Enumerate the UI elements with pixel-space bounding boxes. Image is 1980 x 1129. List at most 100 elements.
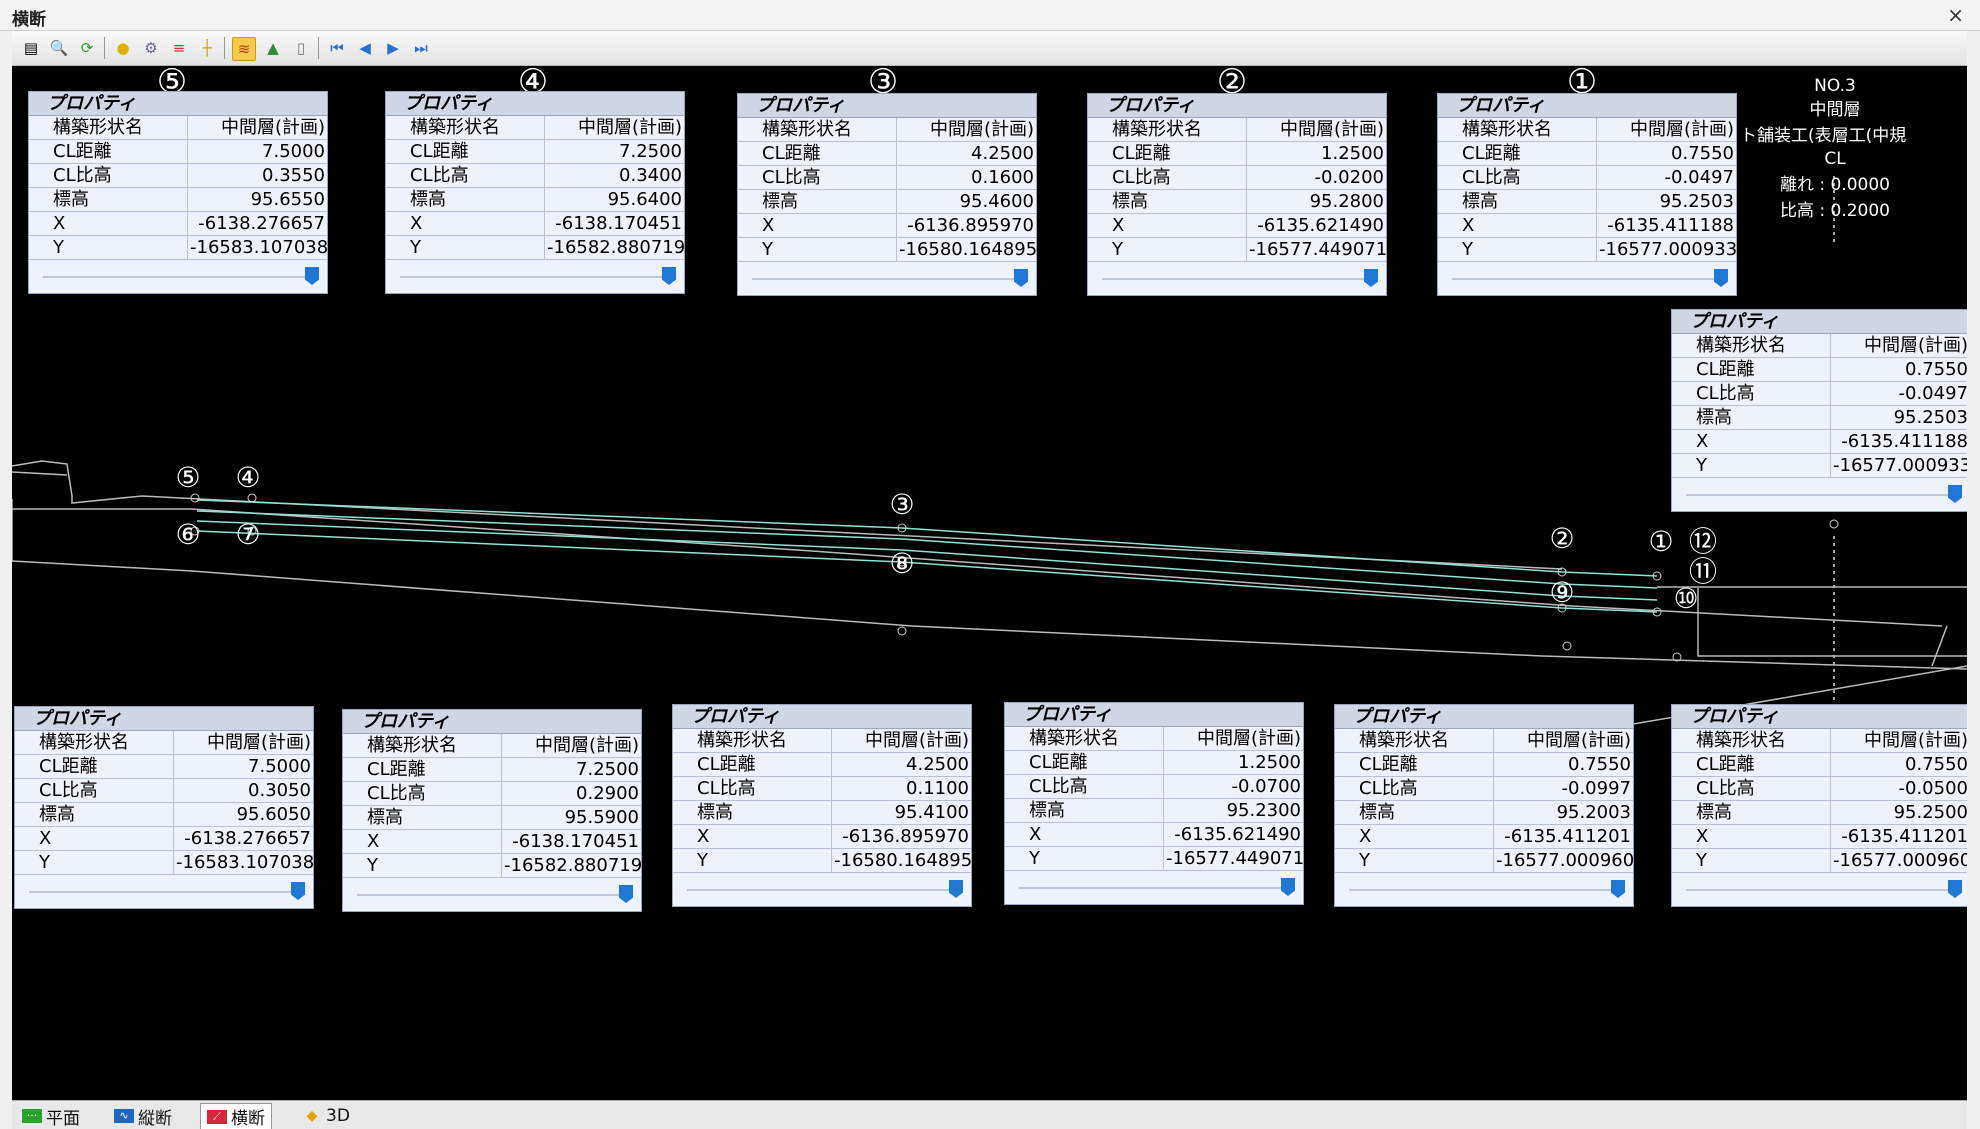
prev-icon[interactable]: ◀ bbox=[354, 37, 376, 59]
panel-slider[interactable] bbox=[1686, 880, 1962, 900]
panel-slider[interactable] bbox=[400, 267, 676, 287]
property-value: 中間層(計画) bbox=[831, 729, 971, 753]
next-icon[interactable]: ▶ bbox=[382, 37, 404, 59]
property-row: 構築形状名 中間層(計画) bbox=[1335, 729, 1633, 753]
property-value: -6138.276657 bbox=[173, 826, 313, 851]
property-panel: プロパティ 構築形状名 中間層(計画) CL距離 4.2500 CL比高 0.1100 標高 9… bbox=[672, 704, 972, 907]
panel-slider[interactable] bbox=[1102, 269, 1378, 289]
cl-offset: 離れ : 0.0000 bbox=[1779, 175, 1891, 195]
point-marker[interactable]: ② bbox=[1544, 522, 1580, 556]
cross-section-canvas[interactable]: NO.3 中間層 ト舗装工(表層工(中規 CL 離れ : 0.0000 比高 :… bbox=[12, 66, 1967, 1100]
slider-thumb[interactable] bbox=[1014, 269, 1028, 287]
property-value: 中間層(計画) bbox=[501, 734, 641, 758]
property-key: CL距離 bbox=[1672, 357, 1831, 382]
point-marker[interactable]: ① bbox=[1643, 525, 1679, 559]
tab-3d[interactable]: ◆ 3D bbox=[296, 1105, 356, 1127]
point-marker[interactable]: ⑫ bbox=[1685, 525, 1721, 559]
property-key: 構築形状名 bbox=[1672, 729, 1831, 753]
property-value: -0.0700 bbox=[1163, 774, 1303, 799]
property-key: X bbox=[386, 211, 545, 236]
property-value: 95.2500 bbox=[1830, 800, 1967, 825]
point-marker[interactable]: ⑤ bbox=[170, 461, 206, 495]
panel-slider[interactable] bbox=[29, 882, 305, 902]
property-value: -0.0497 bbox=[1830, 381, 1967, 406]
panel-header: プロパティ bbox=[738, 94, 1036, 118]
zoom-icon[interactable]: 🔍 bbox=[48, 37, 70, 59]
tab-profile-label: 縦断 bbox=[138, 1108, 172, 1129]
refresh-icon[interactable]: ⟳ bbox=[76, 37, 98, 59]
property-key: CL距離 bbox=[343, 757, 502, 782]
tab-plan[interactable]: ··· 平面 bbox=[16, 1105, 86, 1129]
property-value: -16582.880719 bbox=[501, 853, 641, 878]
property-panel: プロパティ 構築形状名 中間層(計画) CL距離 1.2500 CL比高 -0.0200 標高… bbox=[1087, 93, 1387, 296]
panel-slider[interactable] bbox=[43, 267, 319, 287]
panel-slider[interactable] bbox=[1349, 880, 1625, 900]
slider-thumb[interactable] bbox=[662, 267, 676, 285]
panel-header: プロパティ bbox=[1335, 705, 1633, 729]
slider-thumb[interactable] bbox=[1364, 269, 1378, 287]
property-key: Y bbox=[29, 235, 188, 260]
slider-thumb[interactable] bbox=[1948, 880, 1962, 898]
slider-thumb[interactable] bbox=[1714, 269, 1728, 287]
property-value: 0.1600 bbox=[896, 165, 1036, 190]
property-value: -16577.449071 bbox=[1163, 846, 1303, 871]
property-value: 7.5000 bbox=[173, 754, 313, 779]
panel-slider[interactable] bbox=[1686, 485, 1962, 505]
tab-profile[interactable]: ∿ 縦断 bbox=[108, 1105, 178, 1129]
slider-thumb[interactable] bbox=[291, 882, 305, 900]
property-value: -16577.449071 bbox=[1246, 237, 1386, 262]
slider-thumb[interactable] bbox=[1948, 485, 1962, 503]
measure-icon[interactable]: ≡ bbox=[168, 37, 190, 59]
close-icon[interactable]: × bbox=[1947, 3, 1964, 27]
property-row: 標高 95.5900 bbox=[343, 805, 641, 830]
slider-thumb[interactable] bbox=[1611, 880, 1625, 898]
slider-thumb[interactable] bbox=[619, 885, 633, 903]
property-value: 中間層(計画) bbox=[1163, 727, 1303, 751]
property-panel: プロパティ 構築形状名 中間層(計画) CL距離 7.2500 CL比高 0.2900 標高 9… bbox=[342, 709, 642, 912]
property-value: -6138.276657 bbox=[187, 211, 327, 236]
point-marker[interactable]: ⑩ bbox=[1668, 582, 1704, 616]
property-value: 4.2500 bbox=[896, 141, 1036, 166]
bulb-icon[interactable]: ● bbox=[112, 37, 134, 59]
panel-slider[interactable] bbox=[687, 880, 963, 900]
property-value: -16577.000933 bbox=[1830, 453, 1967, 478]
property-value: 0.7550 bbox=[1830, 752, 1967, 777]
settings-icon[interactable]: ⚙ bbox=[140, 37, 162, 59]
property-row: 構築形状名 中間層(計画) bbox=[1005, 727, 1303, 751]
panel-slider[interactable] bbox=[1019, 878, 1295, 898]
layer-icon[interactable]: ≋ bbox=[232, 37, 256, 61]
property-key: 標高 bbox=[1672, 405, 1831, 430]
point-marker[interactable]: ⑦ bbox=[230, 518, 266, 552]
point-marker[interactable]: ③ bbox=[884, 488, 920, 522]
panel-header: プロパティ bbox=[1438, 94, 1736, 118]
axis-icon[interactable]: ┼ bbox=[196, 37, 218, 59]
cl-line-label: ト舗装工(表層工(中規 bbox=[1740, 126, 1907, 146]
slider-thumb[interactable] bbox=[949, 880, 963, 898]
property-value: 0.2900 bbox=[501, 781, 641, 806]
property-row: CL距離 7.5000 bbox=[29, 139, 327, 164]
panel-slider[interactable] bbox=[752, 269, 1028, 289]
property-value: -16577.000960 bbox=[1830, 848, 1967, 873]
panel-slider[interactable] bbox=[1452, 269, 1728, 289]
point-marker[interactable]: ⑧ bbox=[884, 547, 920, 581]
property-value: 7.2500 bbox=[544, 139, 684, 164]
point-marker[interactable]: ⑥ bbox=[170, 518, 206, 552]
panel-header: プロパティ bbox=[386, 92, 684, 116]
property-row: 標高 95.2300 bbox=[1005, 798, 1303, 823]
first-icon[interactable]: ⏮ bbox=[326, 37, 348, 59]
document-icon[interactable]: ▯ bbox=[290, 37, 312, 59]
save-icon[interactable]: ▤ bbox=[20, 37, 42, 59]
tab-cross-section[interactable]: ⟋ 横断 bbox=[200, 1103, 272, 1129]
property-key: CL距離 bbox=[29, 139, 188, 164]
panel-slider[interactable] bbox=[357, 885, 633, 905]
slider-thumb[interactable] bbox=[1281, 878, 1295, 896]
point-marker[interactable]: ⑨ bbox=[1544, 576, 1580, 610]
point-marker[interactable]: ④ bbox=[230, 461, 266, 495]
panel-header: プロパティ bbox=[673, 705, 971, 729]
property-row: CL比高 -0.0500 bbox=[1672, 776, 1967, 801]
property-row: 標高 95.2003 bbox=[1335, 800, 1633, 825]
slider-thumb[interactable] bbox=[305, 267, 319, 285]
cl-height: 比高 : 0.2000 bbox=[1779, 201, 1891, 221]
terrain-icon[interactable]: ▲ bbox=[262, 37, 284, 59]
last-icon[interactable]: ⏭ bbox=[410, 37, 432, 59]
